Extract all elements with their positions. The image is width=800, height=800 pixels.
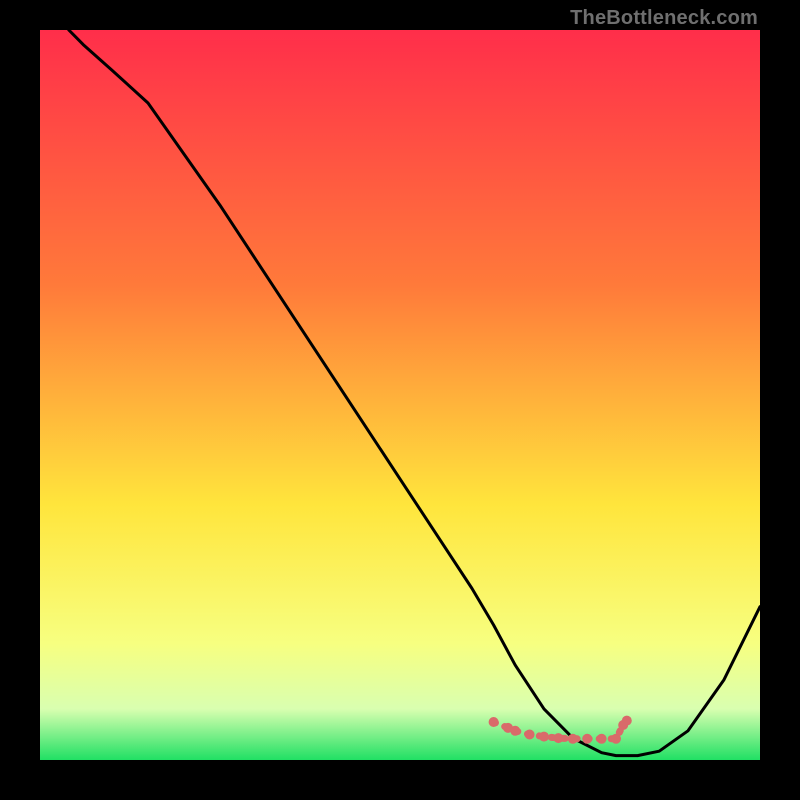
watermark-text: TheBottleneck.com <box>570 7 758 30</box>
plot-area <box>40 30 760 760</box>
chart-frame: TheBottleneck.com <box>0 0 800 800</box>
background-gradient <box>40 30 760 760</box>
